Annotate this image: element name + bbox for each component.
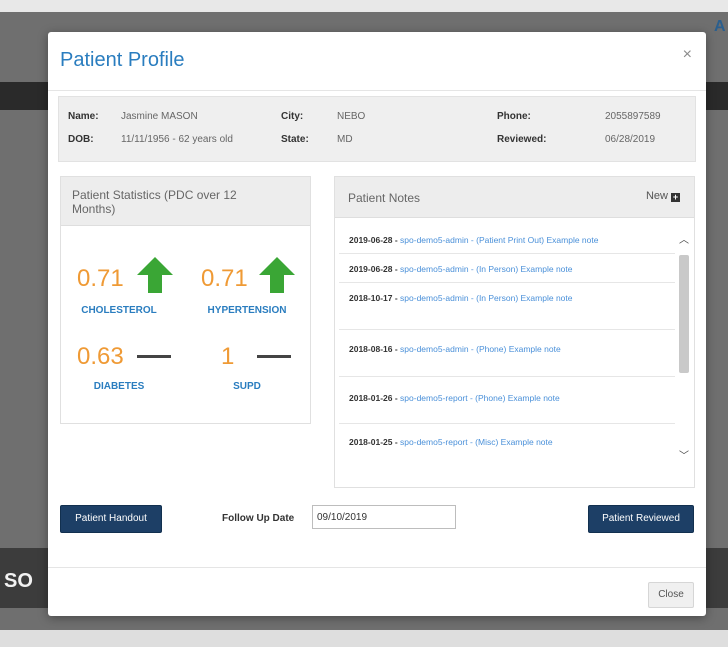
city-label: City: bbox=[281, 111, 304, 122]
note-link[interactable]: spo-demo5-report - (Misc) Example note bbox=[400, 437, 553, 447]
new-note-button[interactable]: New + bbox=[646, 190, 680, 202]
close-button[interactable]: Close bbox=[648, 582, 694, 608]
note-item[interactable]: 2019-06-28 - spo-demo5-admin - (Patient … bbox=[339, 225, 675, 254]
note-item[interactable]: 2018-01-25 - spo-demo5-report - (Misc) E… bbox=[339, 424, 675, 464]
plus-icon: + bbox=[671, 192, 680, 202]
background-bottom-strip bbox=[0, 630, 728, 647]
follow-up-date-input[interactable] bbox=[312, 505, 456, 529]
note-date: 2018-10-17 - bbox=[349, 293, 398, 303]
note-link[interactable]: spo-demo5-admin - (In Person) Example no… bbox=[400, 293, 572, 303]
diabetes-value: 0.63 bbox=[77, 343, 124, 370]
background-text: SO bbox=[4, 570, 33, 592]
modal-title: Patient Profile bbox=[60, 49, 185, 71]
patient-notes-panel: Patient Notes New + 2019-06-28 - spo-demo… bbox=[334, 176, 695, 488]
patient-name: Jasmine MASON bbox=[121, 111, 198, 122]
notes-scrollbar[interactable]: ︿ ﹀ bbox=[677, 231, 691, 463]
note-link[interactable]: spo-demo5-admin - (Patient Print Out) Ex… bbox=[400, 235, 598, 245]
note-date: 2019-06-28 - bbox=[349, 264, 398, 274]
supd-value: 1 bbox=[221, 343, 235, 370]
background-topbar bbox=[0, 0, 728, 12]
notes-header: Patient Notes New + bbox=[335, 177, 694, 218]
state-label: State: bbox=[281, 134, 309, 145]
close-icon[interactable]: × bbox=[683, 46, 692, 64]
scrollbar-thumb[interactable] bbox=[679, 255, 689, 373]
notes-title: Patient Notes bbox=[348, 191, 421, 205]
header-divider bbox=[48, 90, 706, 91]
note-link[interactable]: spo-demo5-admin - (Phone) Example note bbox=[400, 344, 561, 354]
note-item[interactable]: 2018-10-17 - spo-demo5-admin - (In Perso… bbox=[339, 283, 675, 330]
background-letter: A bbox=[714, 18, 726, 35]
note-date: 2018-01-25 - bbox=[349, 437, 398, 447]
trend-up-icon bbox=[137, 257, 173, 293]
follow-up-date-label: Follow Up Date bbox=[222, 513, 295, 524]
reviewed-label: Reviewed: bbox=[497, 134, 547, 145]
hypertension-value: 0.71 bbox=[201, 265, 248, 292]
patient-state: MD bbox=[337, 134, 353, 145]
note-date: 2019-06-28 - bbox=[349, 235, 398, 245]
new-note-label: New bbox=[645, 190, 668, 202]
trend-flat-icon bbox=[257, 355, 291, 358]
patient-reviewed-button[interactable]: Patient Reviewed bbox=[588, 505, 694, 533]
diabetes-label: DIABETES bbox=[93, 381, 145, 392]
statistics-header: Patient Statistics (PDC over 12 Months) bbox=[61, 177, 310, 226]
statistics-title: Patient Statistics (PDC over 12 Months) bbox=[72, 188, 237, 216]
footer-divider bbox=[48, 567, 706, 568]
name-label: Name: bbox=[68, 111, 99, 122]
patient-dob: 11/11/1956 - 62 years old bbox=[121, 134, 233, 145]
supd-label: SUPD bbox=[233, 381, 261, 392]
trend-up-icon bbox=[259, 257, 295, 293]
phone-label: Phone: bbox=[497, 111, 531, 122]
hypertension-label: HYPERTENSION bbox=[207, 305, 287, 316]
patient-reviewed-date: 06/28/2019 bbox=[605, 134, 656, 145]
patient-handout-button[interactable]: Patient Handout bbox=[60, 505, 162, 533]
chevron-up-icon[interactable]: ︿ bbox=[677, 231, 691, 247]
note-date: 2018-08-16 - bbox=[349, 344, 398, 354]
note-item[interactable]: 2018-08-16 - spo-demo5-admin - (Phone) E… bbox=[339, 330, 675, 377]
note-item[interactable]: 2019-06-28 - spo-demo5-admin - (In Perso… bbox=[339, 254, 675, 283]
chevron-down-icon[interactable]: ﹀ bbox=[677, 447, 691, 463]
patient-info-panel: Name: Jasmine MASON DOB: 11/11/1956 - 62… bbox=[58, 96, 696, 162]
trend-flat-icon bbox=[137, 355, 171, 358]
note-link[interactable]: spo-demo5-admin - (In Person) Example no… bbox=[400, 264, 572, 274]
note-item[interactable]: 2018-01-26 - spo-demo5-report - (Phone) … bbox=[339, 377, 675, 424]
note-link[interactable]: spo-demo5-report - (Phone) Example note bbox=[400, 393, 560, 403]
note-date: 2018-01-26 - bbox=[349, 393, 398, 403]
notes-list: 2019-06-28 - spo-demo5-admin - (Patient … bbox=[339, 225, 675, 479]
patient-city: NEBO bbox=[337, 111, 366, 122]
cholesterol-value: 0.71 bbox=[77, 265, 124, 292]
cholesterol-label: CHOLESTEROL bbox=[81, 305, 157, 316]
patient-profile-modal: Patient Profile × Name: Jasmine MASON DO… bbox=[48, 32, 706, 616]
patient-statistics-panel: Patient Statistics (PDC over 12 Months) … bbox=[60, 176, 311, 424]
dob-label: DOB: bbox=[68, 134, 94, 145]
patient-phone: 2055897589 bbox=[605, 111, 661, 122]
